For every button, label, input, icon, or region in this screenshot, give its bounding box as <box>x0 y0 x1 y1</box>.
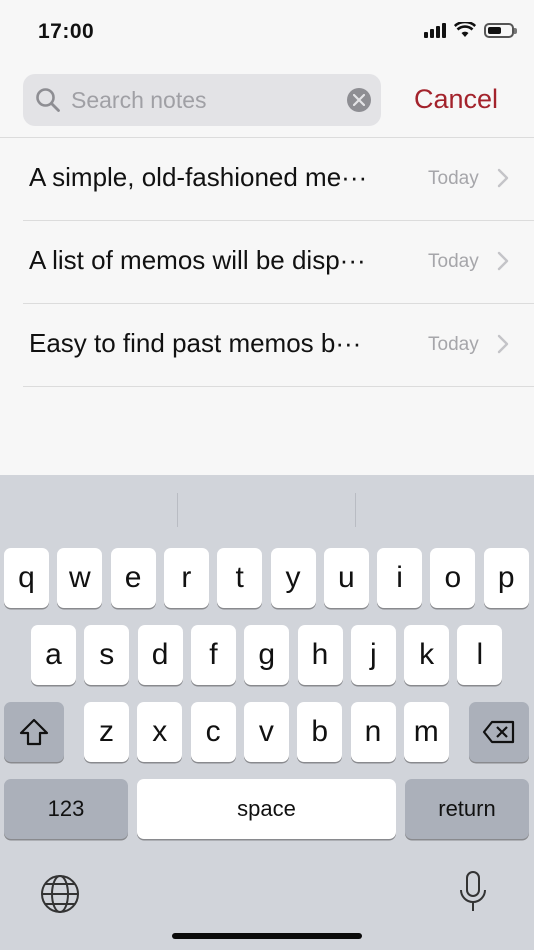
battery-icon <box>484 22 517 38</box>
suggestion-divider <box>355 493 356 527</box>
chevron-right-icon <box>497 334 509 354</box>
status-icons <box>424 22 517 38</box>
list-item[interactable]: Easy to find past memos b··· Today <box>23 304 534 387</box>
note-date: Today <box>428 334 479 355</box>
key-b[interactable]: b <box>297 702 343 762</box>
key-t[interactable]: t <box>217 548 263 608</box>
key-k[interactable]: k <box>404 625 450 685</box>
search-icon <box>36 88 60 112</box>
search-input[interactable] <box>71 74 341 126</box>
key-o[interactable]: o <box>430 548 476 608</box>
note-title: Easy to find past memos b··· <box>29 328 362 358</box>
key-y[interactable]: y <box>270 548 316 608</box>
key-j[interactable]: j <box>350 625 396 685</box>
note-date: Today <box>428 168 479 189</box>
key-u[interactable]: u <box>323 548 369 608</box>
shift-icon <box>19 718 49 746</box>
chevron-right-icon <box>497 251 509 271</box>
key-l[interactable]: l <box>457 625 503 685</box>
key-p[interactable]: p <box>483 548 529 608</box>
numbers-key[interactable]: 123 <box>4 779 128 839</box>
key-z[interactable]: z <box>84 702 129 762</box>
key-n[interactable]: n <box>350 702 396 762</box>
cellular-signal-icon <box>424 22 446 38</box>
suggestion-divider <box>177 493 178 527</box>
status-time: 17:00 <box>38 20 95 43</box>
status-bar: 17:00 <box>0 0 534 64</box>
key-w[interactable]: w <box>57 548 103 608</box>
list-item[interactable]: A list of memos will be disp··· Today <box>23 221 534 304</box>
chevron-right-icon <box>497 168 509 188</box>
key-f[interactable]: f <box>190 625 236 685</box>
globe-icon[interactable] <box>39 873 81 915</box>
list-item[interactable]: A simple, old-fashioned me··· Today <box>23 138 534 221</box>
key-c[interactable]: c <box>190 702 236 762</box>
microphone-icon[interactable] <box>458 870 488 914</box>
key-s[interactable]: s <box>84 625 130 685</box>
space-key[interactable]: space <box>137 779 396 839</box>
return-key[interactable]: return <box>405 779 529 839</box>
key-g[interactable]: g <box>244 625 290 685</box>
key-e[interactable]: e <box>110 548 156 608</box>
key-r[interactable]: r <box>163 548 209 608</box>
delete-icon <box>482 720 515 744</box>
key-v[interactable]: v <box>243 702 289 762</box>
wifi-icon <box>454 22 476 37</box>
search-bar[interactable] <box>23 74 381 126</box>
home-indicator <box>172 933 362 939</box>
clear-search-icon[interactable] <box>347 88 371 112</box>
key-d[interactable]: d <box>137 625 183 685</box>
key-i[interactable]: i <box>377 548 423 608</box>
note-title: A simple, old-fashioned me··· <box>29 162 368 192</box>
notes-list: A simple, old-fashioned me··· Today A li… <box>0 138 534 387</box>
key-a[interactable]: a <box>31 625 76 685</box>
key-x[interactable]: x <box>137 702 183 762</box>
delete-key[interactable] <box>469 702 529 762</box>
note-title: A list of memos will be disp··· <box>29 245 366 275</box>
cancel-button[interactable]: Cancel <box>414 84 498 115</box>
key-q[interactable]: q <box>4 548 49 608</box>
shift-key[interactable] <box>4 702 64 762</box>
search-header: Cancel <box>0 64 534 138</box>
key-m[interactable]: m <box>403 702 449 762</box>
note-date: Today <box>428 251 479 272</box>
key-h[interactable]: h <box>297 625 343 685</box>
